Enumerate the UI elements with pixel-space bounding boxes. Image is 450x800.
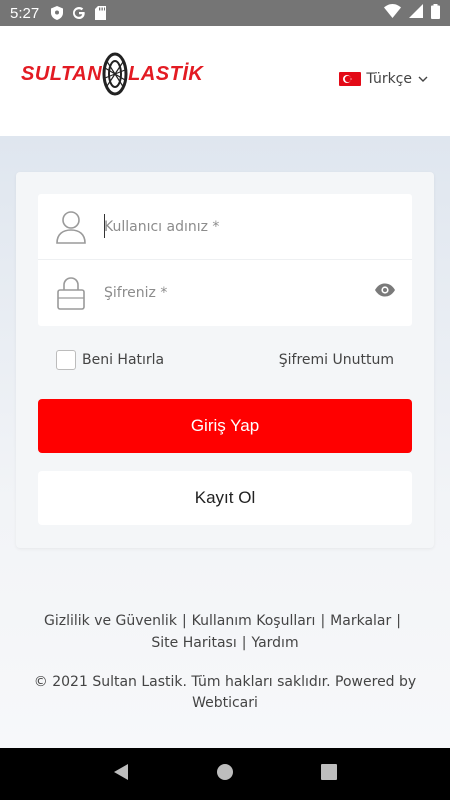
language-label: Türkçe xyxy=(366,71,412,87)
status-bar: 5:27 xyxy=(0,0,450,26)
google-g-icon xyxy=(72,6,86,20)
brand-logo[interactable]: SULTAN LASTİK xyxy=(21,52,203,96)
password-input[interactable] xyxy=(104,285,354,301)
main-content: Beni Hatırla Şifremi Unuttum Giriş Yap K… xyxy=(0,136,450,748)
username-input[interactable] xyxy=(104,218,354,235)
terms-link[interactable]: Kullanım Koşulları xyxy=(192,613,316,629)
remember-me[interactable]: Beni Hatırla xyxy=(56,350,164,370)
forgot-password-link[interactable]: Şifremi Unuttum xyxy=(279,352,394,368)
eye-icon[interactable] xyxy=(374,282,396,301)
app-header: SULTAN LASTİK Türkçe xyxy=(0,26,450,136)
logo-text-left: SULTAN xyxy=(21,62,103,85)
username-field[interactable] xyxy=(38,194,412,260)
sd-card-icon xyxy=(95,6,107,20)
credentials-box xyxy=(38,194,412,326)
footer-separator: | xyxy=(241,635,247,651)
remember-label: Beni Hatırla xyxy=(82,352,165,368)
user-icon xyxy=(38,210,104,244)
help-link[interactable]: Yardım xyxy=(251,635,298,651)
tire-logo-icon xyxy=(102,52,128,96)
status-time: 5:27 xyxy=(10,4,40,22)
logo-text-right: LASTİK xyxy=(128,62,204,85)
footer-separator: | xyxy=(181,613,187,629)
wifi-icon xyxy=(384,4,401,22)
brands-link[interactable]: Markalar xyxy=(330,613,391,629)
language-selector[interactable]: Türkçe xyxy=(339,71,428,87)
home-icon[interactable] xyxy=(216,763,234,785)
chevron-down-icon xyxy=(418,71,428,87)
battery-icon xyxy=(431,3,440,23)
shield-icon xyxy=(51,6,64,20)
footer-separator: | xyxy=(396,613,401,629)
turkey-flag-icon xyxy=(339,72,362,86)
signal-icon xyxy=(409,4,423,22)
footer-row-2: Site Haritası | Yardım xyxy=(0,632,450,654)
footer-separator: | xyxy=(320,613,326,629)
remember-checkbox[interactable] xyxy=(56,350,76,370)
privacy-link[interactable]: Gizlilik ve Güvenlik xyxy=(44,613,177,629)
password-field[interactable] xyxy=(38,260,412,326)
text-cursor xyxy=(104,214,105,238)
login-card: Beni Hatırla Şifremi Unuttum Giriş Yap K… xyxy=(16,172,434,548)
footer-links: Gizlilik ve Güvenlik | Kullanım Koşulları |… xyxy=(0,610,450,654)
login-button[interactable]: Giriş Yap xyxy=(38,399,412,453)
lock-icon xyxy=(38,276,104,310)
footer-row-1: Gizlilik ve Güvenlik | Kullanım Koşulları |… xyxy=(0,610,450,632)
navigation-bar xyxy=(0,748,450,800)
register-button[interactable]: Kayıt Ol xyxy=(38,471,412,525)
recents-icon[interactable] xyxy=(320,764,337,784)
copyright-text: © 2021 Sultan Lastik. Tüm hakları saklıd… xyxy=(33,674,417,711)
back-icon[interactable] xyxy=(113,763,129,785)
sitemap-link[interactable]: Site Haritası xyxy=(151,635,236,651)
